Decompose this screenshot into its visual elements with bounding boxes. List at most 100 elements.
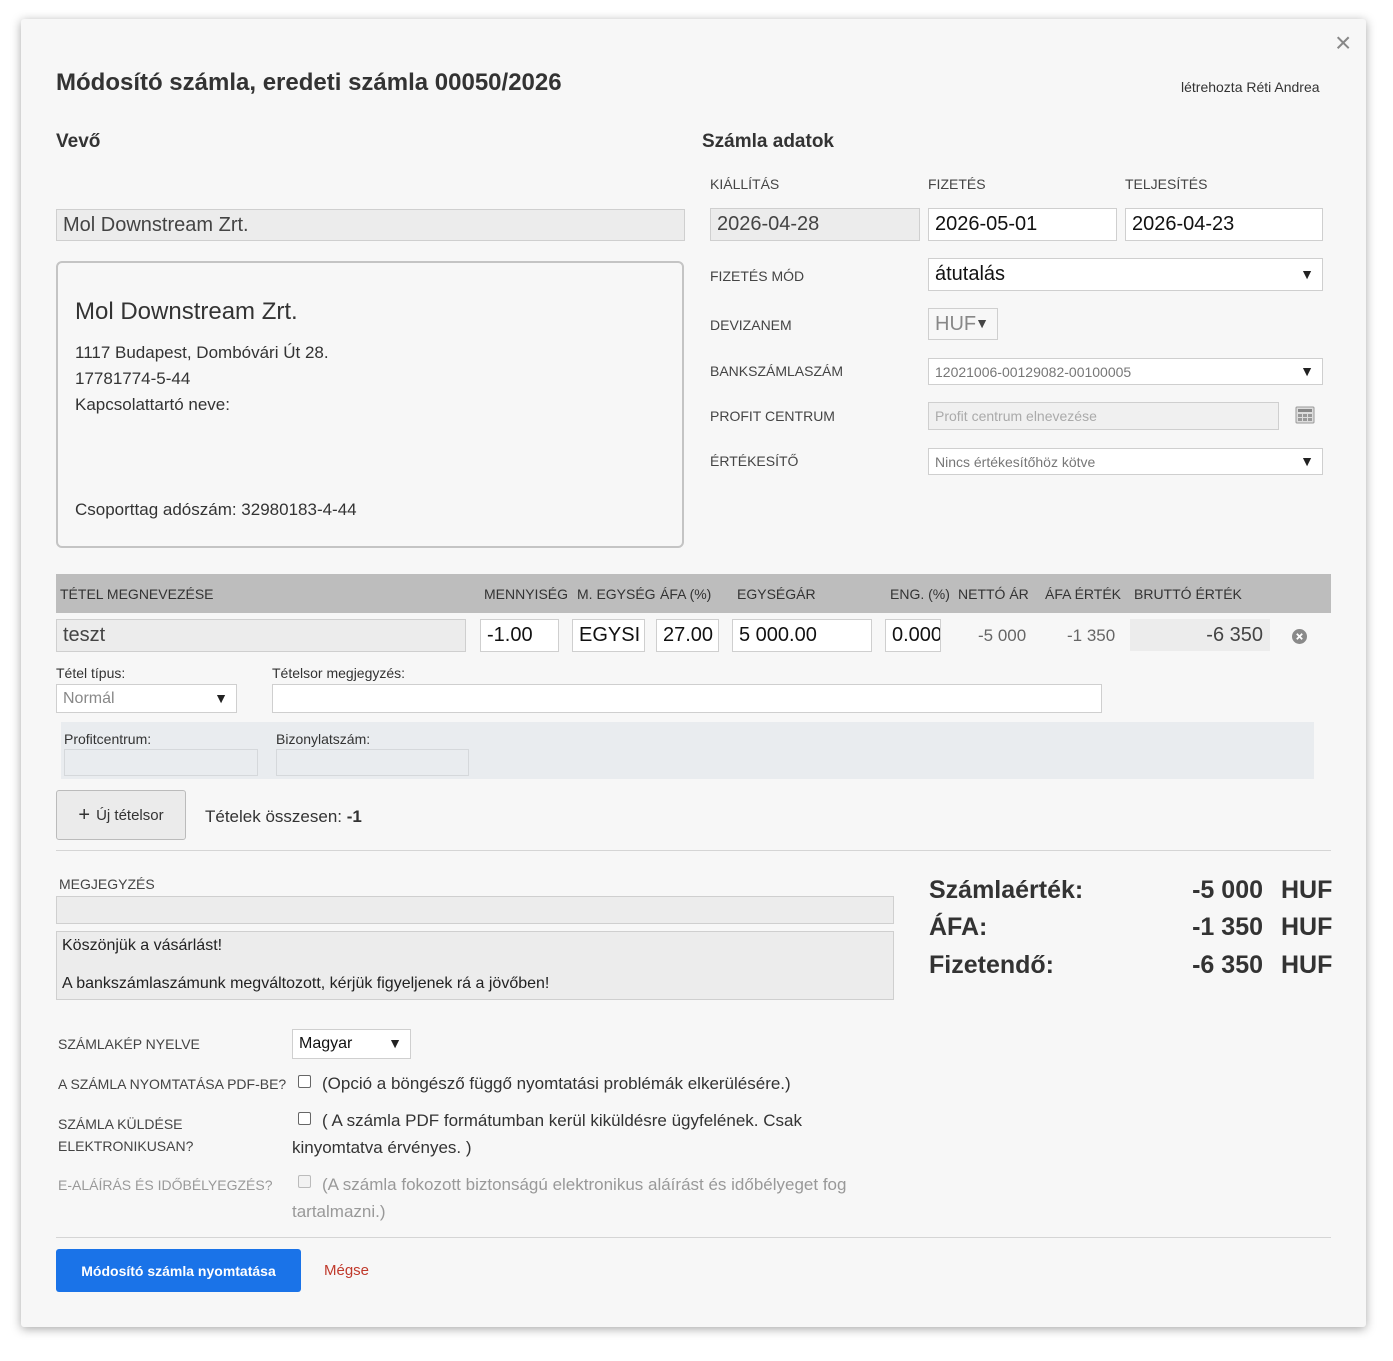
- close-icon[interactable]: ×: [1335, 29, 1351, 57]
- item-extra-panel: Profitcentrum: Bizonylatszám:: [61, 722, 1314, 779]
- item-type-select[interactable]: Normál ▼: [56, 684, 237, 713]
- invoice-modal: × Módosító számla, eredeti számla 00050/…: [21, 19, 1366, 1327]
- pdf-desc: (Opció a böngésző függő nyomtatási probl…: [322, 1074, 791, 1093]
- invoice-heading: Számla adatok: [702, 131, 834, 152]
- buyer-contact: Kapcsolattartó neve:: [75, 395, 230, 414]
- note-line-1: Köszönjük a vásárlást!: [62, 937, 223, 954]
- pdf-label: A SZÁMLA NYOMTATÁSA PDF-BE?: [58, 1076, 287, 1092]
- esign-desc: (A számla fokozott biztonságú elektronik…: [292, 1171, 846, 1225]
- pdf-checkbox[interactable]: [298, 1075, 311, 1088]
- col-vat-value: ÁFA ÉRTÉK: [1045, 586, 1121, 602]
- chevron-down-icon: ▼: [975, 315, 989, 332]
- item-discount-input[interactable]: 0.000: [885, 619, 941, 652]
- bank-account-select[interactable]: 12021006-00129082-00100005 ▼: [928, 358, 1323, 385]
- profit-label: PROFIT CENTRUM: [710, 408, 835, 424]
- items-table-header: TÉTEL MEGNEVEZÉSE MENNYISÉG M. EGYSÉG ÁF…: [56, 574, 1331, 613]
- col-gross: BRUTTÓ ÉRTÉK: [1134, 586, 1242, 602]
- payment-method-value: átutalás: [935, 263, 1006, 285]
- summary-payable-value: -6 350: [1192, 951, 1263, 979]
- bank-account-value: 12021006-00129082-00100005: [935, 363, 1132, 380]
- summary-invoice-label: Számlaérték:: [929, 876, 1084, 904]
- summary-vat-value: -1 350: [1192, 913, 1263, 941]
- item-vat-value: -1 350: [1067, 626, 1116, 645]
- issue-label: KIÁLLÍTÁS: [710, 176, 780, 192]
- summary-vat-label: ÁFA:: [929, 913, 988, 941]
- buyer-name-input[interactable]: Mol Downstream Zrt.: [56, 209, 685, 241]
- seller-select[interactable]: Nincs értékesítőhöz kötve ▼: [928, 448, 1323, 475]
- esign-label: E-ALÁÍRÁS ÉS IDŐBÉLYEGZÉS?: [58, 1177, 273, 1193]
- summary-currency: HUF: [1281, 876, 1333, 904]
- item-net-value: -5 000: [978, 626, 1027, 645]
- payment-date-input[interactable]: 2026-05-01: [928, 208, 1117, 241]
- col-vat: ÁFA (%): [660, 586, 712, 602]
- buyer-address: 1117 Budapest, Dombóvári Út 28.: [75, 343, 329, 362]
- items-total: Tételek összesen: -1: [205, 807, 362, 827]
- buyer-tax-id: 17781774-5-44: [75, 369, 191, 388]
- buyer-card: Mol Downstream Zrt. 1117 Budapest, Dombó…: [56, 261, 684, 548]
- item-gross-value: -6 350: [1130, 619, 1270, 651]
- item-name-input[interactable]: teszt: [56, 619, 466, 652]
- language-label: SZÁMLAKÉP NYELVE: [58, 1036, 200, 1052]
- electronic-label-2: ELEKTRONIKUSAN?: [58, 1138, 194, 1154]
- chevron-down-icon: ▼: [214, 689, 228, 706]
- summary-invoice-value: -5 000: [1192, 876, 1263, 904]
- electronic-desc: ( A számla PDF formátumban kerül kiküldé…: [292, 1107, 802, 1161]
- cancel-button[interactable]: Mégse: [324, 1262, 369, 1279]
- item-vat-input[interactable]: 27.00: [656, 619, 719, 652]
- fulfillment-label: TELJESÍTÉS: [1125, 176, 1208, 192]
- profitcenter-input[interactable]: [64, 749, 258, 776]
- voucher-input[interactable]: [276, 749, 469, 776]
- currency-select[interactable]: HUF ▼: [928, 308, 998, 340]
- divider: [56, 1237, 1331, 1238]
- electronic-label: SZÁMLA KÜLDÉSE ELEKTRONIKUSAN?: [58, 1113, 193, 1157]
- payment-method-select[interactable]: átutalás ▼: [928, 258, 1323, 291]
- item-unit-input[interactable]: EGYSI: [572, 619, 645, 652]
- item-qty-input[interactable]: -1.00: [480, 619, 559, 652]
- profit-center-input[interactable]: Profit centrum elnevezése: [928, 402, 1279, 430]
- payment-method-label: FIZETÉS MÓD: [710, 268, 805, 284]
- created-by: létrehozta Réti Andrea: [1181, 79, 1320, 95]
- profitcenter-label: Profitcentrum:: [64, 731, 152, 747]
- print-invoice-button[interactable]: Módosító számla nyomtatása: [56, 1249, 301, 1292]
- summary-currency: HUF: [1281, 951, 1333, 979]
- divider: [56, 850, 1331, 851]
- note-textarea[interactable]: Köszönjük a vásárlást! A bankszámlaszámu…: [56, 931, 894, 1000]
- electronic-desc-1: ( A számla PDF formátumban kerül kiküldé…: [322, 1111, 802, 1130]
- language-select[interactable]: Magyar ▼: [292, 1029, 411, 1059]
- col-discount: ENG. (%): [890, 586, 950, 602]
- summary-payable-label: Fizetendő:: [929, 951, 1054, 979]
- note-line-2: A bankszámlaszámunk megváltozott, kérjük…: [62, 975, 550, 992]
- electronic-label-1: SZÁMLA KÜLDÉSE: [58, 1116, 183, 1132]
- electronic-desc-2: kinyomtatva érvényes. ): [292, 1138, 472, 1157]
- buyer-heading: Vevő: [56, 131, 101, 152]
- col-name: TÉTEL MEGNEVEZÉSE: [60, 586, 214, 602]
- fulfillment-date-input[interactable]: 2026-04-23: [1125, 208, 1323, 241]
- chevron-down-icon: ▼: [1300, 452, 1314, 469]
- add-row-label: Új tételsor: [96, 806, 164, 824]
- calculator-icon[interactable]: [1295, 406, 1315, 424]
- buyer-card-name: Mol Downstream Zrt.: [75, 298, 298, 325]
- esign-desc-2: tartalmazni.): [292, 1202, 386, 1221]
- bank-label: BANKSZÁMLASZÁM: [710, 363, 844, 379]
- language-value: Magyar: [299, 1035, 353, 1052]
- items-total-label: Tételek összesen:: [205, 807, 343, 826]
- payment-label: FIZETÉS: [928, 176, 986, 192]
- seller-label: ÉRTÉKESÍTŐ: [710, 453, 799, 469]
- issue-date-input[interactable]: 2026-04-28: [710, 208, 920, 241]
- summary-currency: HUF: [1281, 913, 1333, 941]
- note-header-input[interactable]: [56, 896, 894, 924]
- page-title: Módosító számla, eredeti számla 00050/20…: [56, 69, 562, 96]
- add-row-button[interactable]: + Új tételsor: [56, 790, 186, 840]
- item-note-input[interactable]: [272, 684, 1102, 713]
- chevron-down-icon: ▼: [1300, 265, 1314, 282]
- col-unit: M. EGYSÉG: [577, 586, 656, 602]
- col-net: NETTÓ ÁR: [958, 586, 1029, 602]
- seller-value: Nincs értékesítőhöz kötve: [935, 453, 1096, 470]
- voucher-label: Bizonylatszám:: [276, 731, 371, 747]
- item-note-label: Tételsor megjegyzés:: [272, 665, 406, 681]
- currency-label: DEVIZANEM: [710, 317, 792, 333]
- item-unit-price-input[interactable]: 5 000.00: [732, 619, 872, 652]
- item-type-label: Tétel típus:: [56, 665, 126, 681]
- remove-row-icon[interactable]: [1292, 629, 1307, 644]
- col-unit-price: EGYSÉGÁR: [737, 586, 816, 602]
